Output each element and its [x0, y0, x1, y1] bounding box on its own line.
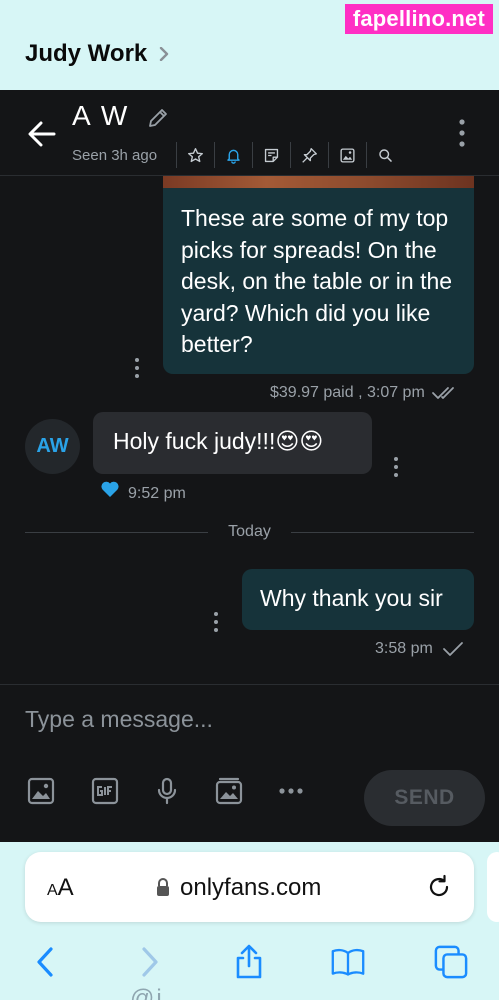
incoming-message-bubble[interactable]: Holy fuck judy!!!😍😍: [93, 412, 372, 474]
chevron-left-icon: [37, 947, 53, 977]
add-gif-button[interactable]: [89, 775, 121, 807]
pin-icon: [302, 147, 317, 163]
book-icon: [331, 948, 365, 976]
chevron-right-icon: [160, 47, 169, 61]
bookmarks-button[interactable]: [331, 944, 365, 980]
message-time: 3:58 pm: [375, 640, 433, 657]
outgoing-message-bubble[interactable]: Why thank you sir: [242, 569, 474, 630]
send-button[interactable]: SEND: [364, 770, 485, 826]
folder-breadcrumb[interactable]: Judy Work: [25, 40, 171, 68]
message-options-button[interactable]: [134, 358, 140, 378]
more-vertical-icon[interactable]: [454, 118, 470, 148]
divider: [290, 531, 475, 533]
message-meta: $39.97 paid , 3:07 pm: [270, 384, 459, 402]
search-button[interactable]: [366, 142, 404, 168]
vault-button[interactable]: [213, 775, 245, 807]
folder-title: Judy Work: [25, 40, 148, 67]
more-horizontal-icon: [279, 788, 303, 794]
heart-icon[interactable]: [100, 480, 120, 498]
watermark: fapellino.net: [344, 4, 493, 34]
browser-toolbar: [0, 936, 499, 1000]
chat-panel: A W Seen 3h ago These are some of my top…: [0, 90, 499, 842]
tabs-button[interactable]: [434, 944, 468, 980]
message-meta: 3:58 pm: [375, 640, 465, 658]
microphone-icon: [157, 777, 177, 805]
message-composer: SEND: [0, 684, 499, 842]
url-text[interactable]: onlyfans.com: [180, 874, 321, 902]
reload-icon[interactable]: [425, 873, 453, 901]
tabs-icon: [434, 945, 468, 979]
back-arrow-icon[interactable]: [26, 118, 58, 150]
contact-name[interactable]: A W: [72, 100, 129, 132]
notes-button[interactable]: [252, 142, 290, 168]
back-button[interactable]: [28, 944, 62, 980]
forward-button[interactable]: [133, 944, 167, 980]
share-button[interactable]: [232, 944, 266, 980]
message-options-button[interactable]: [393, 457, 399, 477]
day-separator: Today: [25, 522, 475, 542]
record-voice-button[interactable]: [151, 775, 183, 807]
divider: [25, 531, 209, 533]
chevron-right-icon: [142, 947, 158, 977]
vault-icon: [215, 777, 243, 805]
favorite-button[interactable]: [176, 142, 214, 168]
message-time: 9:52 pm: [128, 485, 186, 502]
last-seen-status: Seen 3h ago: [72, 147, 158, 164]
message-input[interactable]: [25, 703, 465, 735]
chat-toolbar: [176, 142, 404, 168]
lock-icon: [157, 878, 169, 896]
bottom-peek-text: @j: [130, 985, 164, 1000]
next-tab-preview[interactable]: [487, 852, 499, 922]
add-image-button[interactable]: [25, 775, 57, 807]
share-icon: [236, 944, 262, 979]
pin-button[interactable]: [290, 142, 328, 168]
pencil-icon[interactable]: [146, 106, 170, 130]
check-icon: [442, 642, 463, 656]
media-preview-image[interactable]: [163, 176, 474, 188]
outgoing-message-bubble[interactable]: These are some of my top picks for sprea…: [163, 188, 474, 374]
gallery-icon: [340, 147, 355, 163]
avatar[interactable]: AW: [25, 419, 80, 474]
browser-address-bar[interactable]: AA onlyfans.com: [25, 852, 474, 922]
bell-icon: [227, 149, 240, 164]
search-icon: [379, 148, 392, 162]
chat-header: A W Seen 3h ago: [0, 90, 499, 176]
image-icon: [27, 777, 55, 805]
gallery-button[interactable]: [328, 142, 366, 168]
more-options-button[interactable]: [275, 775, 307, 807]
star-icon: [188, 147, 203, 162]
double-check-icon: [431, 387, 454, 399]
message-price-time: $39.97 paid , 3:07 pm: [270, 384, 425, 401]
note-icon: [264, 148, 279, 162]
message-options-button[interactable]: [213, 612, 219, 632]
notifications-button[interactable]: [214, 142, 252, 168]
text-size-button[interactable]: AA: [47, 874, 74, 902]
gif-icon: [91, 777, 119, 805]
day-label: Today: [228, 523, 271, 540]
